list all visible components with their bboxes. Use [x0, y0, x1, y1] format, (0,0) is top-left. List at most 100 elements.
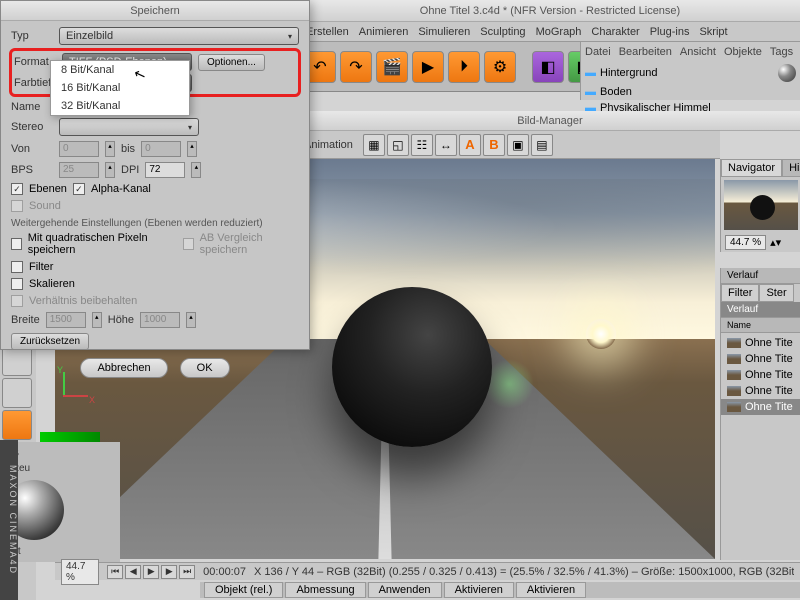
save-dialog-title: Speichern: [1, 1, 309, 21]
options-button[interactable]: Optionen...: [198, 54, 265, 71]
tab-objekt[interactable]: Objekt (rel.): [204, 582, 283, 598]
status-zoom[interactable]: 44.7 %: [61, 559, 99, 585]
ebenen-checkbox[interactable]: [11, 183, 23, 195]
layer-hintergrund[interactable]: ▬Hintergrund: [585, 62, 796, 84]
menu-simulieren[interactable]: Simulieren: [418, 26, 470, 38]
tab-aktivieren[interactable]: Aktivieren: [444, 582, 514, 598]
layer-boden[interactable]: ▬Boden: [585, 84, 796, 100]
ok-button[interactable]: OK: [180, 358, 230, 378]
menu-erstellen[interactable]: Erstellen: [306, 26, 349, 38]
nav-next-icon[interactable]: ▶: [161, 565, 177, 579]
tool-render2-icon[interactable]: ⏵: [448, 51, 480, 83]
tool-cube-icon[interactable]: ◧: [532, 51, 564, 83]
skalieren-checkbox[interactable]: [11, 278, 23, 290]
quad-checkbox[interactable]: [11, 238, 22, 250]
navigator-panel: Navigator Histo 44.7 % ▴▾: [720, 159, 800, 252]
typ-label: Typ: [11, 30, 53, 42]
bm-btn8-icon[interactable]: ▤: [531, 134, 553, 156]
nav-prev-icon[interactable]: ◀: [125, 565, 141, 579]
dpi-stepper-icon[interactable]: ▴: [191, 162, 201, 178]
tool-redo-icon[interactable]: ↷: [340, 51, 372, 83]
history-item[interactable]: Ohne Tite: [721, 351, 800, 367]
material-name[interactable]: Mat: [4, 544, 116, 559]
bm-animation-tab[interactable]: Animation: [304, 139, 361, 151]
tab-anwenden[interactable]: Anwenden: [368, 582, 442, 598]
om-ansicht[interactable]: Ansicht: [680, 46, 716, 58]
verlauf-panel: Verlauf Filter Ster Verlauf Name Ohne Ti…: [720, 268, 800, 560]
history-item[interactable]: Ohne Tite: [721, 335, 800, 351]
bm-btn7-icon[interactable]: ▣: [507, 134, 529, 156]
navigator-zoom-field[interactable]: 44.7 %: [725, 235, 766, 250]
left-tool-4[interactable]: [2, 410, 32, 440]
nav-first-icon[interactable]: ⏮: [107, 565, 123, 579]
status-bar: 44.7 % ⏮ ◀ ▶ ▶ ⏭ 00:00:07 X 136 / Y 44 –…: [55, 562, 800, 580]
navigator-tab[interactable]: Navigator: [721, 159, 782, 177]
menu-skript[interactable]: Skript: [699, 26, 727, 38]
dpi-label: DPI: [121, 164, 139, 176]
breite-field[interactable]: 1500: [46, 312, 86, 328]
menu-plugins[interactable]: Plug-ins: [650, 26, 690, 38]
menu-mograph[interactable]: MoGraph: [536, 26, 582, 38]
ebenen-label: Ebenen: [29, 183, 67, 195]
tab-abmessung[interactable]: Abmessung: [285, 582, 365, 598]
bps-stepper-icon[interactable]: ▴: [105, 162, 115, 178]
bl-erzeu[interactable]: Erzeu: [4, 461, 116, 476]
verlauf-tab[interactable]: Verlauf: [721, 268, 800, 284]
bis-field[interactable]: 0: [141, 141, 181, 157]
von-stepper-icon[interactable]: ▴: [105, 141, 115, 157]
ab-label: AB Vergleich speichern: [200, 232, 299, 256]
hoehe-stepper-icon[interactable]: ▴: [186, 312, 196, 328]
ratio-checkbox: [11, 295, 23, 307]
breite-stepper-icon[interactable]: ▴: [92, 312, 102, 328]
timeline-strip[interactable]: [40, 432, 100, 442]
bps-field[interactable]: 25: [59, 162, 99, 178]
dpi-field[interactable]: 72: [145, 162, 185, 178]
typ-dropdown[interactable]: Einzelbild: [59, 27, 299, 45]
breite-label: Breite: [11, 314, 40, 326]
main-menubar: Erstellen Animieren Simulieren Sculpting…: [300, 22, 800, 42]
tab-aktivieren2[interactable]: Aktivieren: [516, 582, 586, 598]
menu-charakter[interactable]: Charakter: [591, 26, 639, 38]
farbtiefe-dropdown-menu: 8 Bit/Kanal 16 Bit/Kanal 32 Bit/Kanal: [50, 60, 190, 116]
tool-render-icon[interactable]: ▶: [412, 51, 444, 83]
verlauf-filter-tab[interactable]: Filter: [721, 284, 759, 302]
tool-clapper-icon[interactable]: 🎬: [376, 51, 408, 83]
bm-btn1-icon[interactable]: ▦: [363, 134, 385, 156]
option-16bit[interactable]: 16 Bit/Kanal: [51, 79, 189, 97]
zoom-stepper-icon[interactable]: ▴▾: [770, 236, 781, 249]
bm-btn4-icon[interactable]: ↔: [435, 134, 457, 156]
menu-animieren[interactable]: Animieren: [359, 26, 409, 38]
navigator-thumbnail[interactable]: [724, 180, 798, 230]
history-item[interactable]: Ohne Tite: [721, 367, 800, 383]
menu-sculpting[interactable]: Sculpting: [480, 26, 525, 38]
bm-b-button[interactable]: B: [483, 134, 505, 156]
advanced-label: Weitergehende Einstellungen (Ebenen werd…: [11, 218, 299, 229]
om-datei[interactable]: Datei: [585, 46, 611, 58]
von-field[interactable]: 0: [59, 141, 99, 157]
option-8bit[interactable]: 8 Bit/Kanal: [51, 61, 189, 79]
bis-stepper-icon[interactable]: ▴: [187, 141, 197, 157]
bm-a-button[interactable]: A: [459, 134, 481, 156]
alpha-label: Alpha-Kanal: [91, 183, 151, 195]
skalieren-label: Skalieren: [29, 278, 75, 290]
cancel-button[interactable]: Abbrechen: [80, 358, 167, 378]
stereo-dropdown[interactable]: [59, 118, 199, 136]
histogram-tab[interactable]: Histo: [782, 159, 800, 177]
nav-play-icon[interactable]: ▶: [143, 565, 159, 579]
hoehe-field[interactable]: 1000: [140, 312, 180, 328]
option-32bit[interactable]: 32 Bit/Kanal: [51, 97, 189, 115]
reset-button[interactable]: Zurücksetzen: [11, 333, 89, 350]
nav-last-icon[interactable]: ⏭: [179, 565, 195, 579]
history-item[interactable]: Ohne Tite: [721, 383, 800, 399]
bm-btn3-icon[interactable]: ☷: [411, 134, 433, 156]
om-bearbeiten[interactable]: Bearbeiten: [619, 46, 672, 58]
om-objekte[interactable]: Objekte: [724, 46, 762, 58]
app-titlebar: Ohne Titel 3.c4d * (NFR Version - Restri…: [300, 0, 800, 22]
filter-checkbox[interactable]: [11, 261, 23, 273]
alpha-checkbox[interactable]: [73, 183, 85, 195]
history-item-active[interactable]: Ohne Tite: [721, 399, 800, 415]
bm-btn2-icon[interactable]: ◱: [387, 134, 409, 156]
verlauf-stereo-tab[interactable]: Ster: [759, 284, 793, 302]
om-tags[interactable]: Tags: [770, 46, 793, 58]
tool-settings-icon[interactable]: ⚙: [484, 51, 516, 83]
